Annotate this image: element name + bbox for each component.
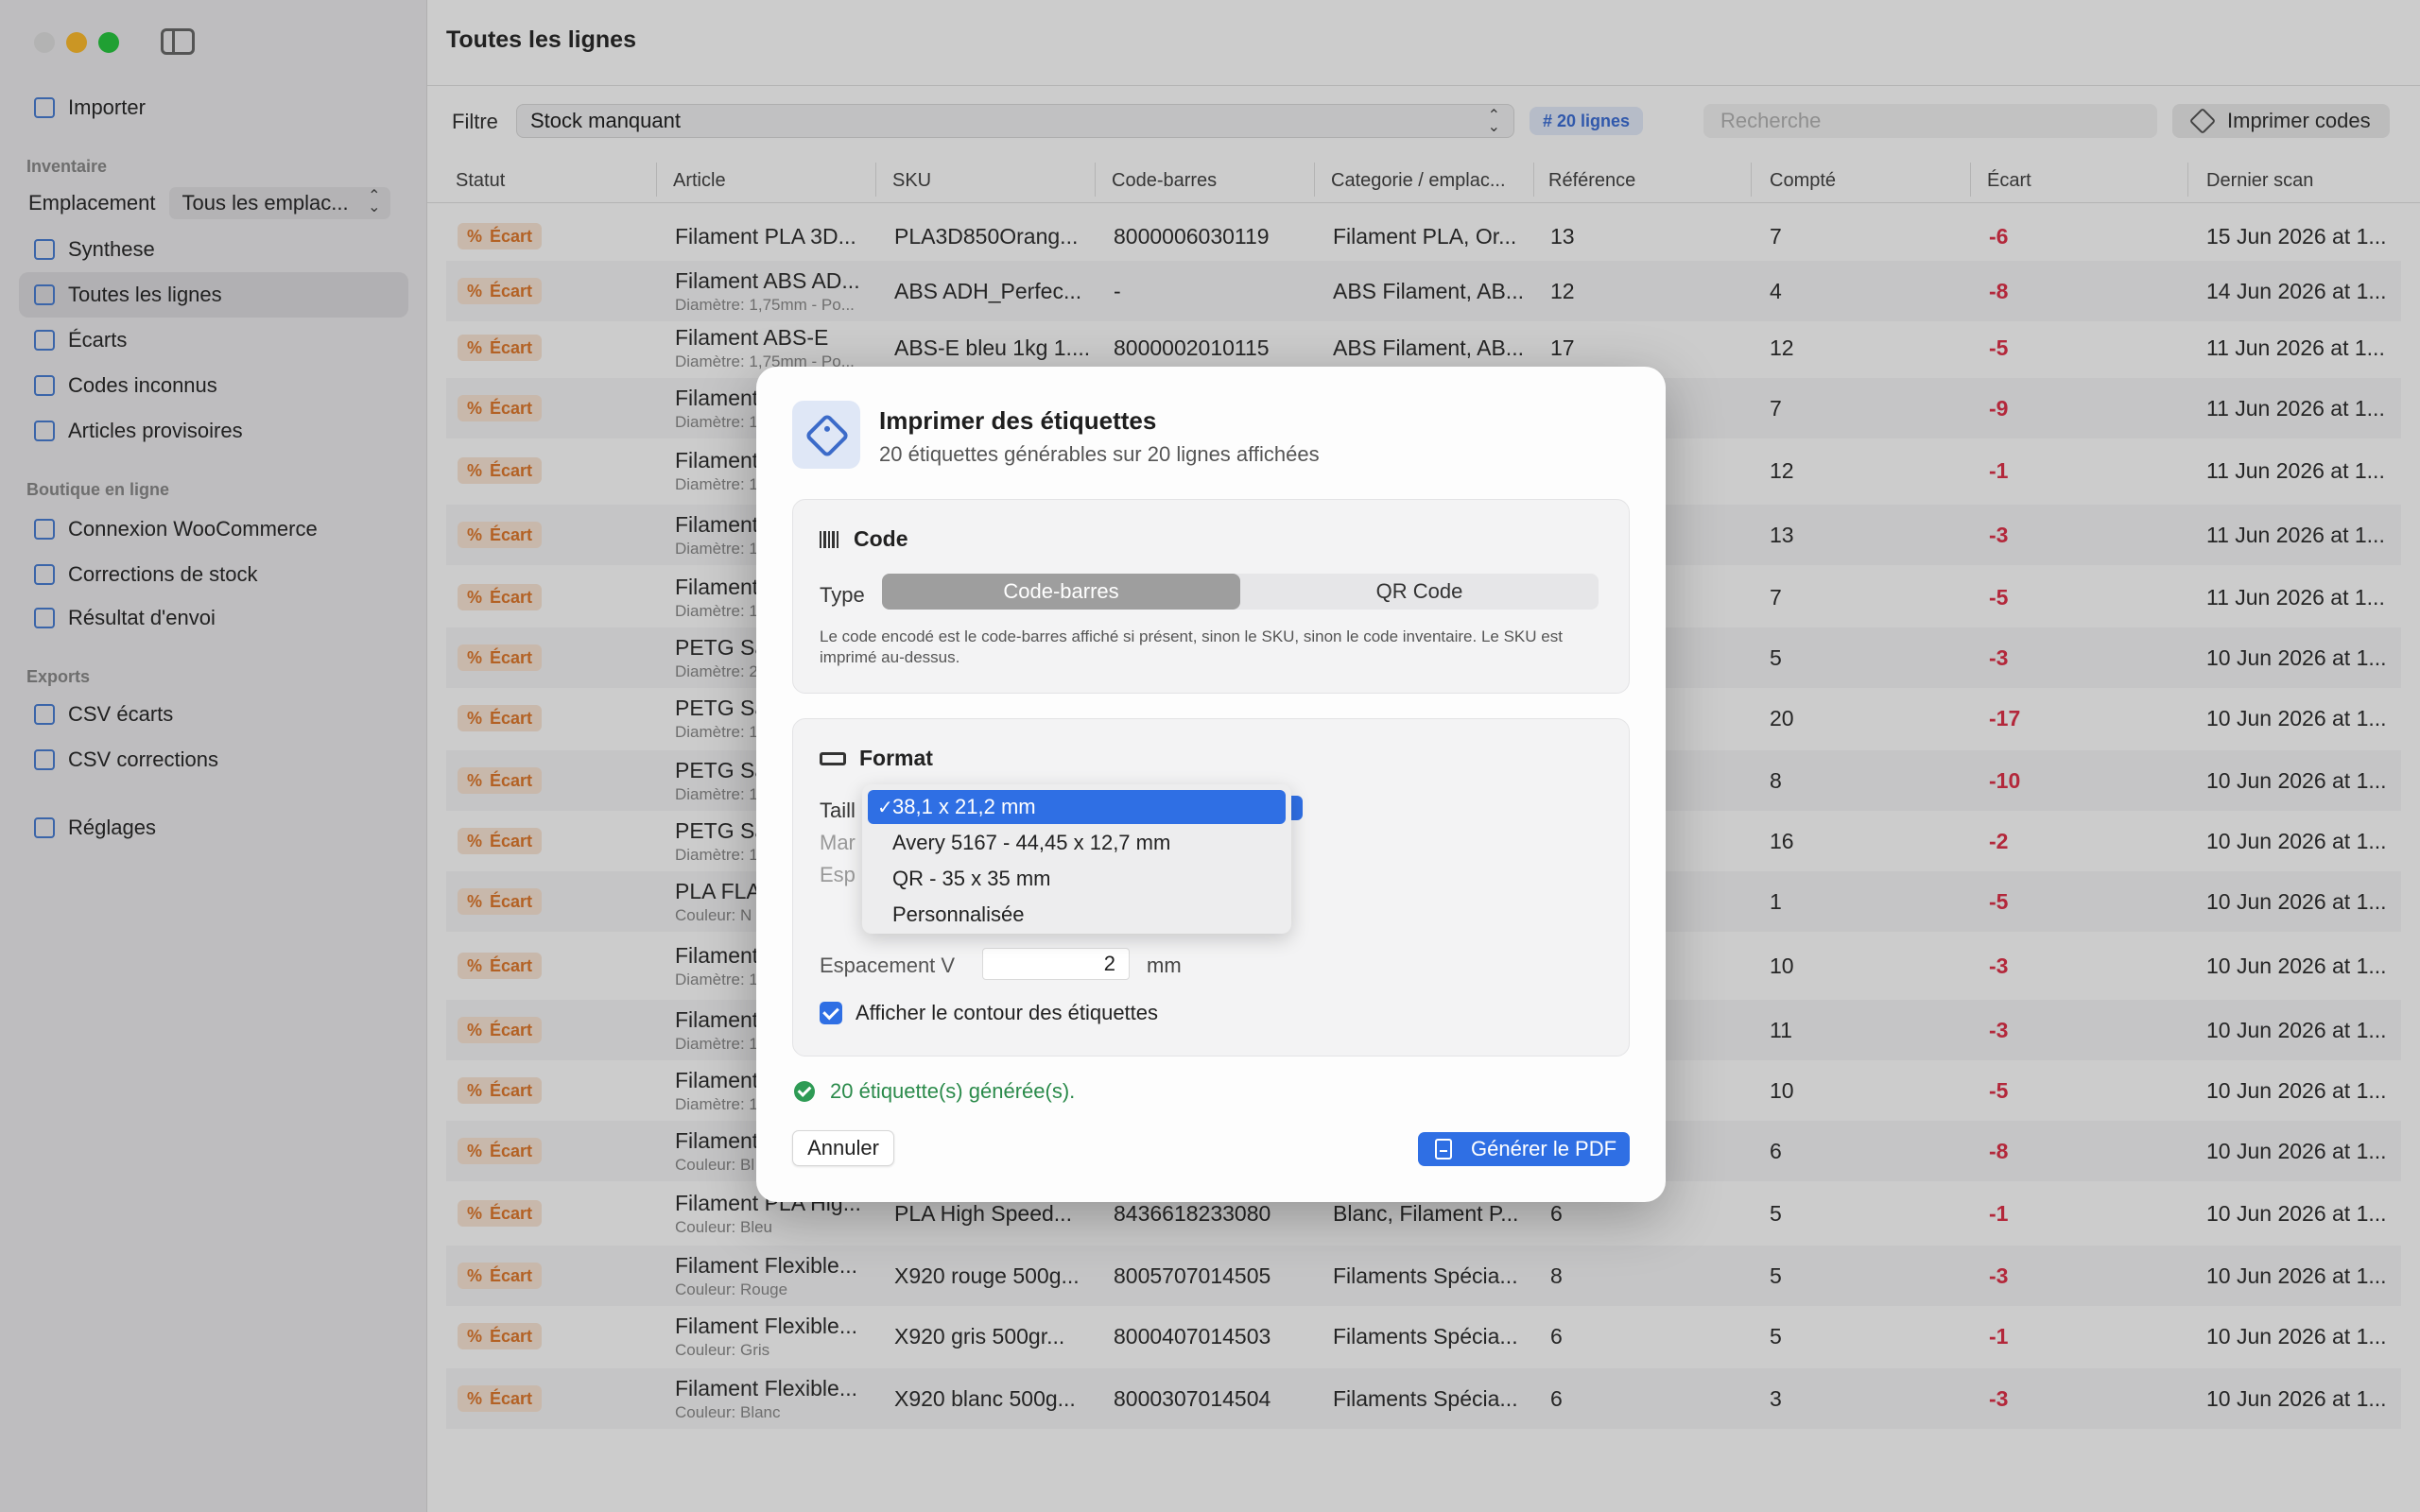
checkmark-icon: ✓ [877, 797, 893, 818]
ruler-icon [820, 751, 846, 765]
size-label: Taill [820, 799, 856, 822]
spacing-label: Esp [820, 863, 856, 886]
size-option-label: 38,1 x 21,2 mm [892, 795, 1036, 818]
format-section-label: Format [859, 746, 933, 770]
segment-barcode[interactable]: Code-barres [882, 574, 1240, 610]
cancel-button[interactable]: Annuler [792, 1130, 894, 1166]
generate-pdf-button[interactable]: Générer le PDF [1418, 1132, 1630, 1166]
dialog-subtitle: 20 étiquettes générables sur 20 lignes a… [879, 442, 1320, 466]
size-option-qr-35[interactable]: QR - 35 x 35 mm [862, 862, 1291, 896]
status-text: 20 étiquette(s) générée(s). [830, 1079, 1076, 1103]
show-outline-label: Afficher le contour des étiquettes [856, 1001, 1159, 1024]
segment-qr-code[interactable]: QR Code [1240, 574, 1599, 610]
app-window: Importer Inventaire Emplacement Tous les… [0, 0, 2420, 1512]
code-section-label: Code [854, 526, 908, 551]
code-section: Code Type Code-barres QR Code Le code en… [792, 499, 1630, 694]
generation-status: 20 étiquette(s) générée(s). [794, 1079, 1075, 1104]
size-select-button[interactable] [1289, 796, 1303, 820]
type-label: Type [820, 583, 865, 607]
generate-pdf-label: Générer le PDF [1471, 1137, 1617, 1160]
vertical-spacing-label: Espacement V [820, 954, 956, 977]
size-option-38x21[interactable]: ✓ 38,1 x 21,2 mm [868, 790, 1286, 824]
size-option-avery-5167[interactable]: Avery 5167 - 44,45 x 12,7 mm [862, 826, 1291, 860]
vertical-spacing-input[interactable]: 2 [982, 948, 1130, 980]
code-section-title: Code [820, 526, 908, 552]
check-circle-icon [794, 1081, 815, 1102]
print-labels-dialog: Imprimer des étiquettes 20 étiquettes gé… [756, 367, 1666, 1202]
pdf-document-icon [1435, 1139, 1452, 1160]
show-outline-checkbox[interactable] [820, 1002, 842, 1024]
margin-label: Mar [820, 831, 856, 854]
tag-icon [792, 401, 860, 469]
code-type-segmented-control: Code-barres QR Code [882, 574, 1599, 610]
size-option-custom[interactable]: Personnalisée [862, 898, 1291, 932]
format-section-title: Format [820, 746, 933, 771]
dialog-title: Imprimer des étiquettes [879, 406, 1157, 435]
size-dropdown-menu: ✓ 38,1 x 21,2 mm Avery 5167 - 44,45 x 12… [862, 784, 1291, 934]
barcode-icon [820, 530, 840, 548]
show-outline-option: Afficher le contour des étiquettes [820, 1001, 1158, 1025]
vertical-spacing-unit: mm [1147, 954, 1182, 977]
code-help-text: Le code encodé est le code-barres affich… [820, 627, 1563, 666]
